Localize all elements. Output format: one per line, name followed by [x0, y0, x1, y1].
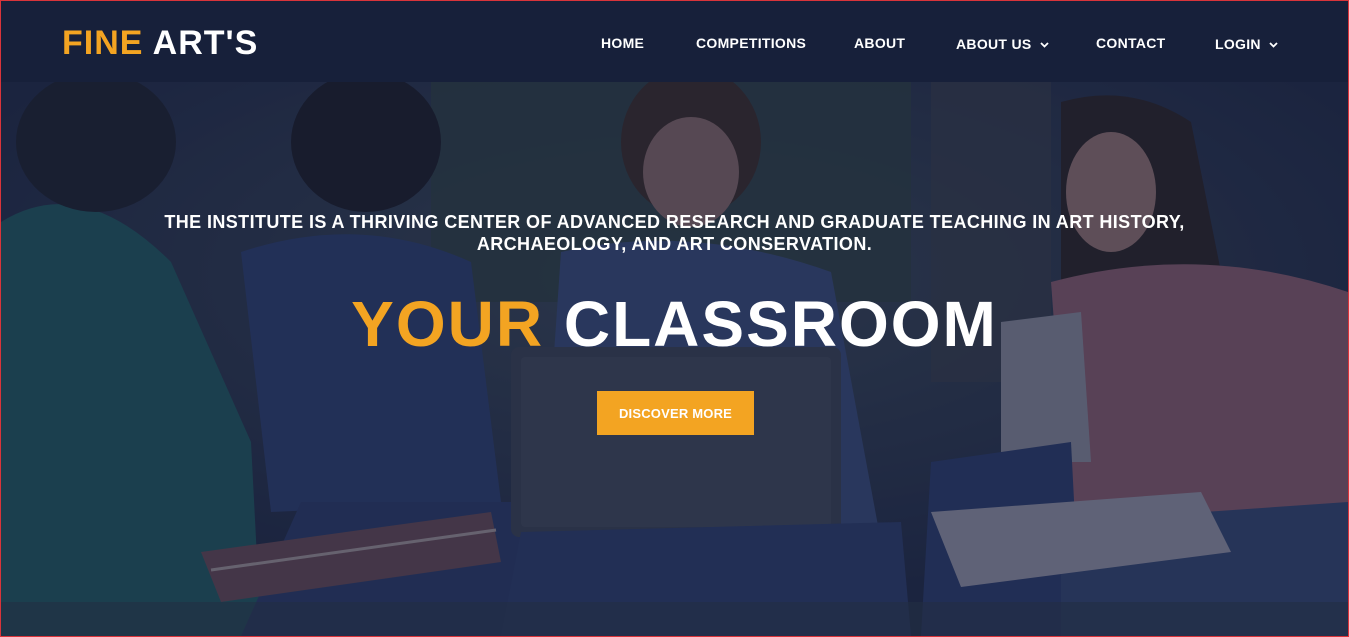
hero-headline-accent: YOUR — [351, 288, 545, 360]
nav-item-label: CONTACT — [1096, 35, 1166, 51]
nav-item-competitions[interactable]: COMPETITIONS — [696, 34, 806, 52]
hero-headline: YOUR CLASSROOM — [1, 287, 1348, 361]
main-nav: HOME COMPETITIONS ABOUT ABOUT US CONTACT… — [1, 34, 1348, 54]
nav-item-contact[interactable]: CONTACT — [1096, 34, 1166, 52]
nav-item-label: COMPETITIONS — [696, 35, 807, 51]
hero-section: THE INSTITUTE IS A THRIVING CENTER OF AD… — [1, 82, 1348, 636]
nav-item-label: ABOUT US — [956, 36, 1032, 52]
nav-item-about[interactable]: ABOUT — [854, 34, 905, 52]
discover-more-button[interactable]: DISCOVER MORE — [597, 391, 754, 435]
chevron-down-icon — [1269, 34, 1278, 52]
hero-headline-text: CLASSROOM — [563, 288, 998, 360]
nav-item-home[interactable]: HOME — [601, 34, 644, 52]
nav-item-label: ABOUT — [854, 35, 906, 51]
chevron-down-icon — [1040, 34, 1049, 52]
hero-tagline: THE INSTITUTE IS A THRIVING CENTER OF AD… — [1, 211, 1348, 255]
nav-item-about-us[interactable]: ABOUT US — [956, 34, 1049, 53]
nav-item-label: HOME — [601, 35, 645, 51]
top-navbar: FINE ART'S HOME COMPETITIONS ABOUT ABOUT… — [1, 1, 1348, 82]
nav-item-login[interactable]: LOGIN — [1215, 34, 1278, 53]
page-frame: FINE ART'S HOME COMPETITIONS ABOUT ABOUT… — [0, 0, 1349, 637]
nav-item-label: LOGIN — [1215, 36, 1261, 52]
hero-tagline-line2: ARCHAEOLOGY, AND ART CONSERVATION. — [476, 234, 873, 254]
hero-tagline-line1: THE INSTITUTE IS A THRIVING CENTER OF AD… — [164, 212, 1185, 232]
